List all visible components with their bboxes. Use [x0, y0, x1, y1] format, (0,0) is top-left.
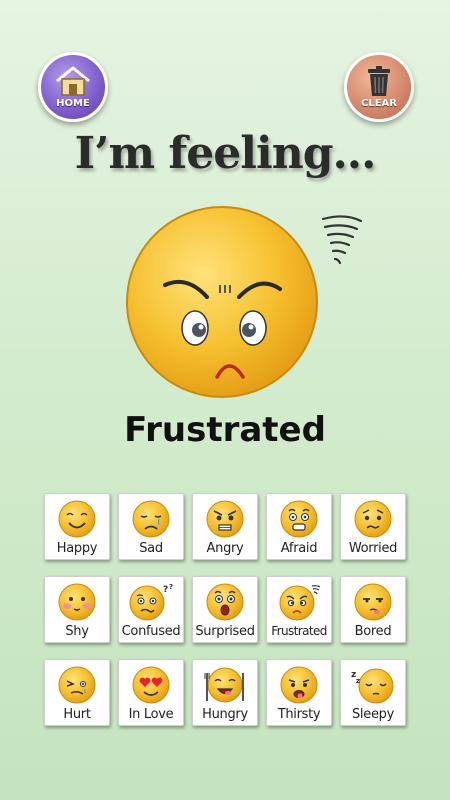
- emotion-tile-hungry[interactable]: Hungry: [192, 659, 258, 726]
- emotion-tile-bored[interactable]: Bored: [340, 576, 406, 643]
- clear-button[interactable]: CLEAR: [344, 52, 414, 122]
- thirsty-face-icon: [280, 666, 318, 704]
- emotion-label: Happy: [56, 541, 98, 556]
- emotion-grid: Happy Sad Angry Afraid Worried Shy ? ? C…: [44, 493, 406, 726]
- svg-text:?: ?: [169, 583, 173, 591]
- emotion-label: Surprised: [195, 624, 255, 639]
- house-icon: [56, 66, 90, 96]
- emotion-label: Angry: [206, 541, 244, 556]
- hungry-face-icon: [204, 667, 244, 703]
- surprised-face-icon: [206, 583, 244, 621]
- trash-icon: [368, 66, 390, 96]
- home-button-label: HOME: [56, 98, 90, 109]
- emotion-label: Hurt: [63, 707, 91, 722]
- emotion-label: Hungry: [202, 707, 248, 722]
- emotion-label: In Love: [128, 707, 174, 722]
- confused-face-icon: ? ?: [129, 583, 173, 621]
- emotion-label: Sleepy: [351, 707, 394, 722]
- happy-face-icon: [58, 500, 96, 538]
- emotion-label: Sad: [139, 541, 163, 556]
- emotion-tile-worried[interactable]: Worried: [340, 493, 406, 560]
- tornado-icon: [321, 215, 363, 265]
- emotion-label: Frustrated: [271, 624, 327, 638]
- worried-face-icon: [354, 500, 392, 538]
- emotion-tile-hurt[interactable]: Hurt: [44, 659, 110, 726]
- emotion-tile-shy[interactable]: Shy: [44, 576, 110, 643]
- home-button[interactable]: HOME: [38, 52, 108, 122]
- emotion-label: Worried: [348, 541, 398, 556]
- in-love-face-icon: [132, 666, 170, 704]
- emotion-tile-sleepy[interactable]: z z Sleepy: [340, 659, 406, 726]
- hurt-face-icon: [58, 666, 96, 704]
- bored-face-icon: [354, 583, 392, 621]
- emotion-label: Shy: [65, 624, 89, 639]
- emotion-tile-surprised[interactable]: Surprised: [192, 576, 258, 643]
- sad-face-icon: [132, 500, 170, 538]
- emotion-label: Thirsty: [277, 707, 321, 722]
- emotion-label: Afraid: [280, 541, 318, 556]
- emotion-tile-happy[interactable]: Happy: [44, 493, 110, 560]
- emotion-tile-confused[interactable]: ? ? Confused: [118, 576, 184, 643]
- emotion-label: Confused: [121, 624, 181, 639]
- emotion-tile-in-love[interactable]: In Love: [118, 659, 184, 726]
- selected-emotion-label: Frustrated: [124, 410, 326, 450]
- svg-text:z: z: [356, 677, 360, 685]
- svg-text:?: ?: [163, 585, 168, 595]
- emotion-tile-frustrated[interactable]: Frustrated: [266, 576, 332, 643]
- afraid-face-icon: [280, 500, 318, 538]
- sleepy-face-icon: z z: [351, 668, 394, 704]
- frustrated-face-large-icon: [126, 206, 363, 398]
- emotion-tile-afraid[interactable]: Afraid: [266, 493, 332, 560]
- emotion-tile-thirsty[interactable]: Thirsty: [266, 659, 332, 726]
- clear-button-label: CLEAR: [361, 98, 397, 109]
- angry-face-icon: [206, 500, 244, 538]
- shy-face-icon: [58, 583, 96, 621]
- page-title: I’m feeling...: [74, 128, 377, 179]
- frustrated-face-icon: [279, 585, 321, 621]
- emotion-tile-sad[interactable]: Sad: [118, 493, 184, 560]
- emotion-label: Bored: [354, 624, 392, 639]
- emotion-tile-angry[interactable]: Angry: [192, 493, 258, 560]
